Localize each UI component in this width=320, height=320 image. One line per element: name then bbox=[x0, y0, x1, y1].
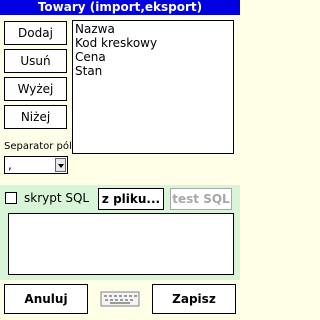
sql-script-checkbox[interactable] bbox=[5, 192, 17, 204]
save-button[interactable]: Zapisz bbox=[152, 284, 236, 314]
sql-script-textarea[interactable] bbox=[8, 213, 234, 275]
separator-label: Separator pól bbox=[4, 141, 72, 152]
keyboard-icon[interactable] bbox=[100, 290, 140, 308]
move-up-button[interactable]: Wyżej bbox=[4, 77, 67, 101]
chevron-down-icon[interactable] bbox=[55, 158, 66, 172]
sql-script-label: skrypt SQL bbox=[24, 191, 90, 205]
from-file-button[interactable]: z pliku... bbox=[98, 188, 164, 210]
separator-value: , bbox=[8, 158, 12, 172]
fields-list[interactable]: Nazwa Kod kreskowy Cena Stan bbox=[72, 20, 234, 154]
move-down-button[interactable]: Niżej bbox=[4, 105, 67, 129]
remove-button[interactable]: Usuń bbox=[4, 49, 67, 73]
list-item[interactable]: Kod kreskowy bbox=[75, 36, 231, 50]
list-item[interactable]: Cena bbox=[75, 50, 231, 64]
separator-select[interactable]: , bbox=[4, 156, 68, 174]
list-item[interactable]: Nazwa bbox=[75, 22, 231, 36]
test-sql-button[interactable]: test SQL bbox=[170, 188, 232, 210]
add-button[interactable]: Dodaj bbox=[4, 21, 67, 45]
window-title: Towary (import,eksport) bbox=[0, 0, 240, 15]
cancel-button[interactable]: Anuluj bbox=[4, 284, 88, 314]
list-item[interactable]: Stan bbox=[75, 64, 231, 78]
